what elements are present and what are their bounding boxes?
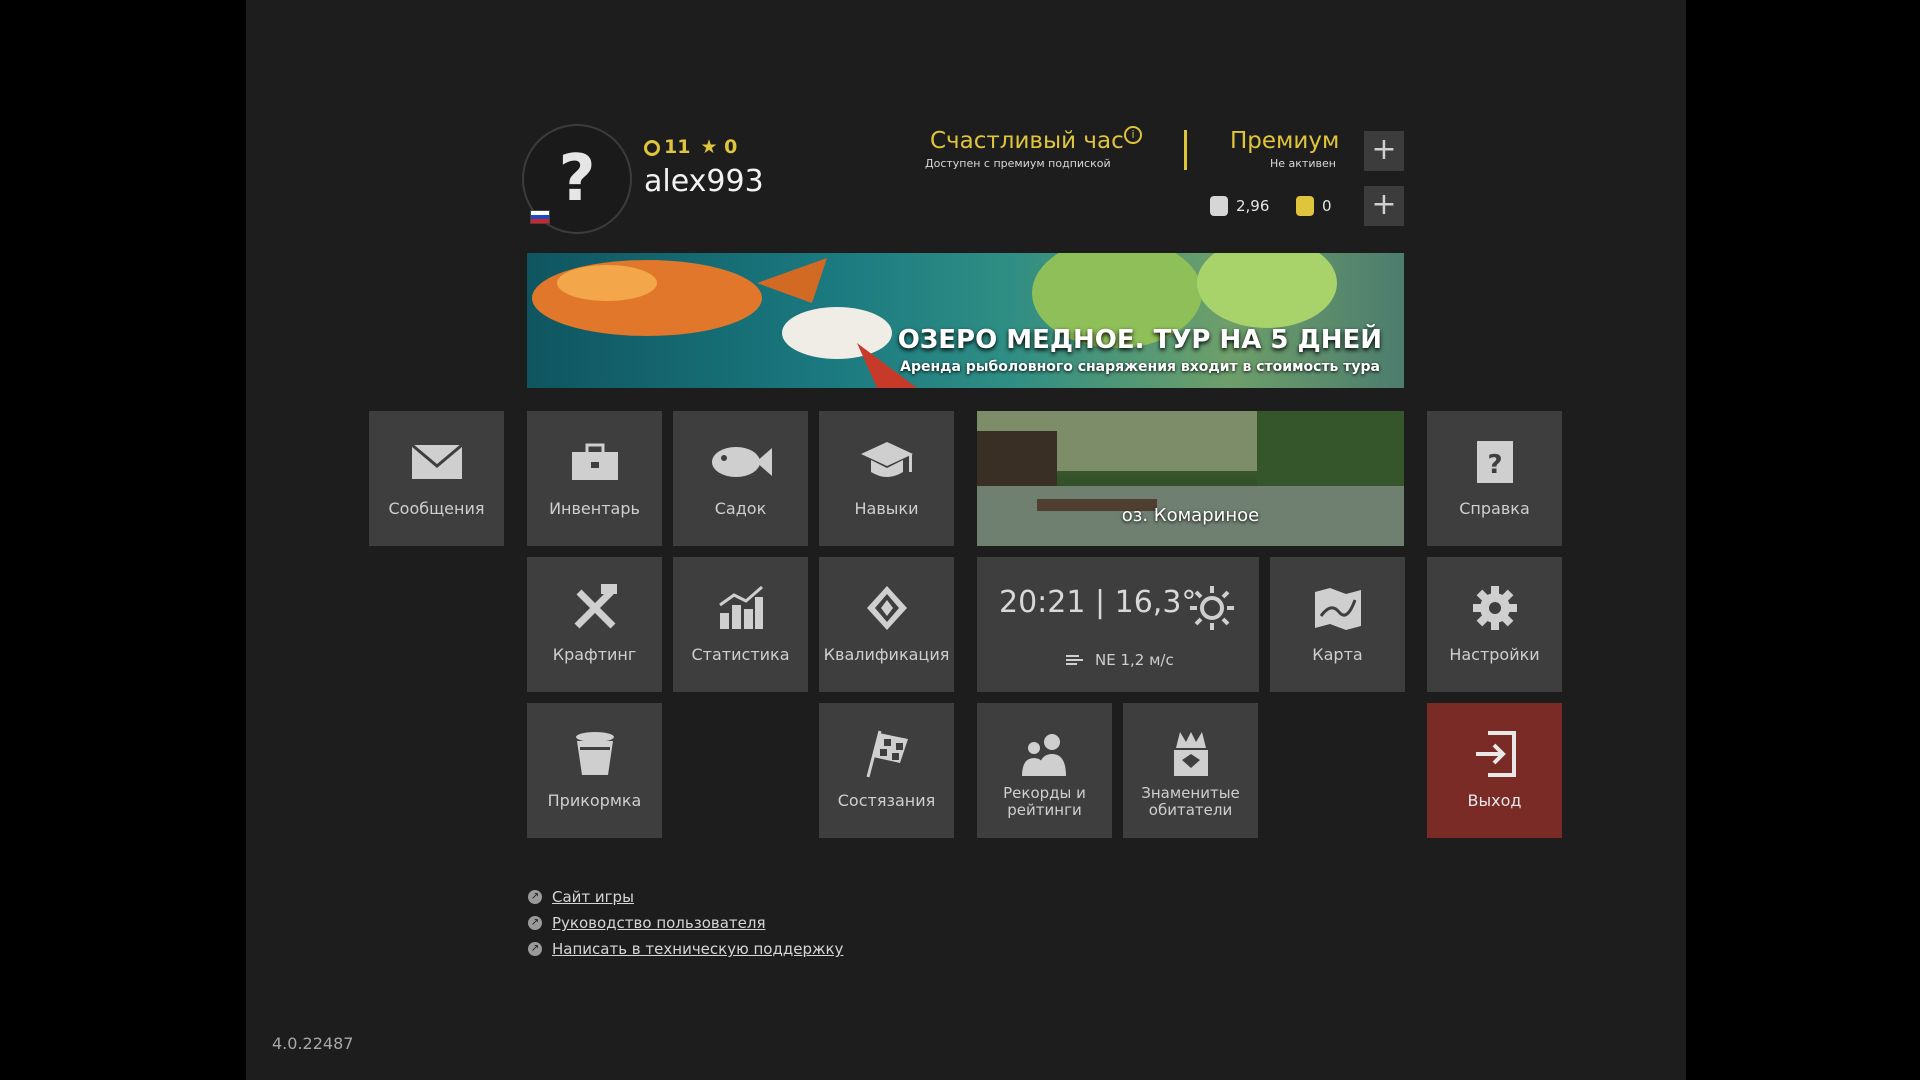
- envelope-icon: [410, 439, 463, 485]
- tile-label: Инвентарь: [549, 499, 640, 518]
- tile-label: Сообщения: [388, 499, 485, 518]
- bucket-icon: [574, 731, 616, 777]
- diamond-badge-icon: [865, 585, 909, 631]
- info-icon[interactable]: i: [1124, 126, 1142, 144]
- banner-subtitle: Аренда рыболовного снаряжения входит в с…: [900, 359, 1380, 375]
- current-location-tile[interactable]: оз. Комариное: [977, 411, 1404, 546]
- link-site-row: ↗ Сайт игры: [528, 888, 634, 906]
- tile-crafting[interactable]: Крафтинг: [527, 557, 662, 692]
- wind-info: NE 1,2 м/с: [1065, 651, 1174, 669]
- tile-label: Прикормка: [547, 791, 642, 810]
- premium-add-button[interactable]: +: [1364, 131, 1404, 171]
- gold-balance: 0: [1296, 196, 1332, 216]
- premium-title[interactable]: Премиум: [1230, 128, 1339, 154]
- time-temperature: 20:21 | 16,3°: [999, 585, 1197, 620]
- tile-help[interactable]: ? Справка: [1427, 411, 1562, 546]
- silver-value: 2,96: [1236, 197, 1270, 215]
- tile-label: Настройки: [1449, 645, 1540, 664]
- tile-statistics[interactable]: Статистика: [673, 557, 808, 692]
- people-group-icon: [1020, 731, 1070, 777]
- crossed-tools-icon: [571, 584, 619, 631]
- tile-label: Садок: [714, 499, 767, 518]
- tile-label-line1: Знаменитые: [1141, 784, 1240, 802]
- gold-coins-icon: [1296, 196, 1314, 216]
- tile-label: Статистика: [691, 645, 790, 664]
- tile-exit[interactable]: Выход: [1427, 703, 1562, 838]
- username: alex993: [644, 164, 764, 199]
- star-icon: ★: [700, 136, 718, 158]
- tile-label: Навыки: [854, 499, 919, 518]
- link-support[interactable]: Написать в техническую поддержку: [552, 940, 843, 958]
- level-icon: [644, 139, 660, 156]
- stars-indicator: ★ 0: [700, 136, 737, 158]
- player-stats: 11 ★ 0: [644, 136, 737, 158]
- tile-competitions[interactable]: Состязания: [819, 703, 954, 838]
- tile-skills[interactable]: Навыки: [819, 411, 954, 546]
- tile-label: Карта: [1312, 645, 1363, 664]
- tile-label: Выход: [1467, 791, 1522, 810]
- avatar-placeholder-icon: ?: [558, 142, 596, 216]
- link-guide-row: ↗ Руководство пользователя: [528, 914, 766, 932]
- ru-flag-icon: [530, 210, 550, 224]
- premium-status: Не активен: [1270, 157, 1336, 170]
- gold-value: 0: [1322, 197, 1332, 215]
- bar-chart-icon: [718, 585, 764, 631]
- promo-banner[interactable]: ОЗЕРО МЕДНОЕ. ТУР НА 5 ДНЕЙ Аренда рыбол…: [527, 253, 1404, 388]
- stars-value: 0: [724, 136, 738, 158]
- tile-qualification[interactable]: Квалификация: [819, 557, 954, 692]
- tile-label: Знаменитые обитатели: [1141, 785, 1240, 819]
- tile-records[interactable]: Рекорды и рейтинги: [977, 703, 1112, 838]
- version-label: 4.0.22487: [272, 1034, 354, 1053]
- wind-icon: [1066, 655, 1083, 665]
- location-name: оз. Комариное: [1121, 505, 1260, 526]
- tile-label: Квалификация: [823, 645, 950, 664]
- crowned-fish-icon: [1170, 731, 1212, 777]
- checkered-flag-icon: [862, 730, 912, 778]
- briefcase-icon: [570, 439, 620, 485]
- level-indicator: 11: [644, 136, 690, 158]
- tile-keepnet[interactable]: Садок: [673, 411, 808, 546]
- link-game-site[interactable]: Сайт игры: [552, 888, 634, 906]
- help-book-icon: ?: [1475, 439, 1515, 485]
- header-divider: [1184, 130, 1187, 170]
- tile-label-line2: рейтинги: [1007, 801, 1082, 819]
- fish-icon: [710, 439, 772, 485]
- tile-label: Состязания: [837, 791, 936, 810]
- svg-text:?: ?: [1487, 450, 1502, 480]
- external-link-icon: ↗: [528, 942, 542, 956]
- tile-label: Справка: [1459, 499, 1530, 518]
- gear-icon: [1472, 585, 1518, 631]
- tile-inventory[interactable]: Инвентарь: [527, 411, 662, 546]
- exit-door-icon: [1474, 731, 1516, 777]
- sun-icon: [1189, 585, 1235, 635]
- currency-add-button[interactable]: +: [1364, 186, 1404, 226]
- link-user-guide[interactable]: Руководство пользователя: [552, 914, 766, 932]
- silver-balance: 2,96: [1210, 196, 1269, 216]
- tile-label-line1: Рекорды и: [1003, 784, 1086, 802]
- tile-settings[interactable]: Настройки: [1427, 557, 1562, 692]
- external-link-icon: ↗: [528, 916, 542, 930]
- happy-hour-subtitle: Доступен с премиум подпиской: [925, 157, 1111, 170]
- happy-hour-title[interactable]: Счастливый час: [930, 128, 1124, 154]
- external-link-icon: ↗: [528, 890, 542, 904]
- weather-tile[interactable]: 20:21 | 16,3° NE 1,2 м/с: [977, 557, 1259, 692]
- tile-label: Рекорды и рейтинги: [1003, 785, 1086, 819]
- tile-label-line2: обитатели: [1148, 801, 1233, 819]
- tile-famous-residents[interactable]: Знаменитые обитатели: [1123, 703, 1258, 838]
- map-icon: [1313, 585, 1363, 631]
- graduation-cap-icon: [859, 439, 915, 485]
- tile-groundbait[interactable]: Прикормка: [527, 703, 662, 838]
- link-support-row: ↗ Написать в техническую поддержку: [528, 940, 843, 958]
- level-value: 11: [664, 136, 691, 158]
- banner-title: ОЗЕРО МЕДНОЕ. ТУР НА 5 ДНЕЙ: [897, 325, 1382, 355]
- tile-map[interactable]: Карта: [1270, 557, 1405, 692]
- tile-messages[interactable]: Сообщения: [369, 411, 504, 546]
- wind-value: NE 1,2 м/с: [1095, 651, 1174, 669]
- tile-label: Крафтинг: [552, 645, 637, 664]
- silver-coins-icon: [1210, 196, 1228, 216]
